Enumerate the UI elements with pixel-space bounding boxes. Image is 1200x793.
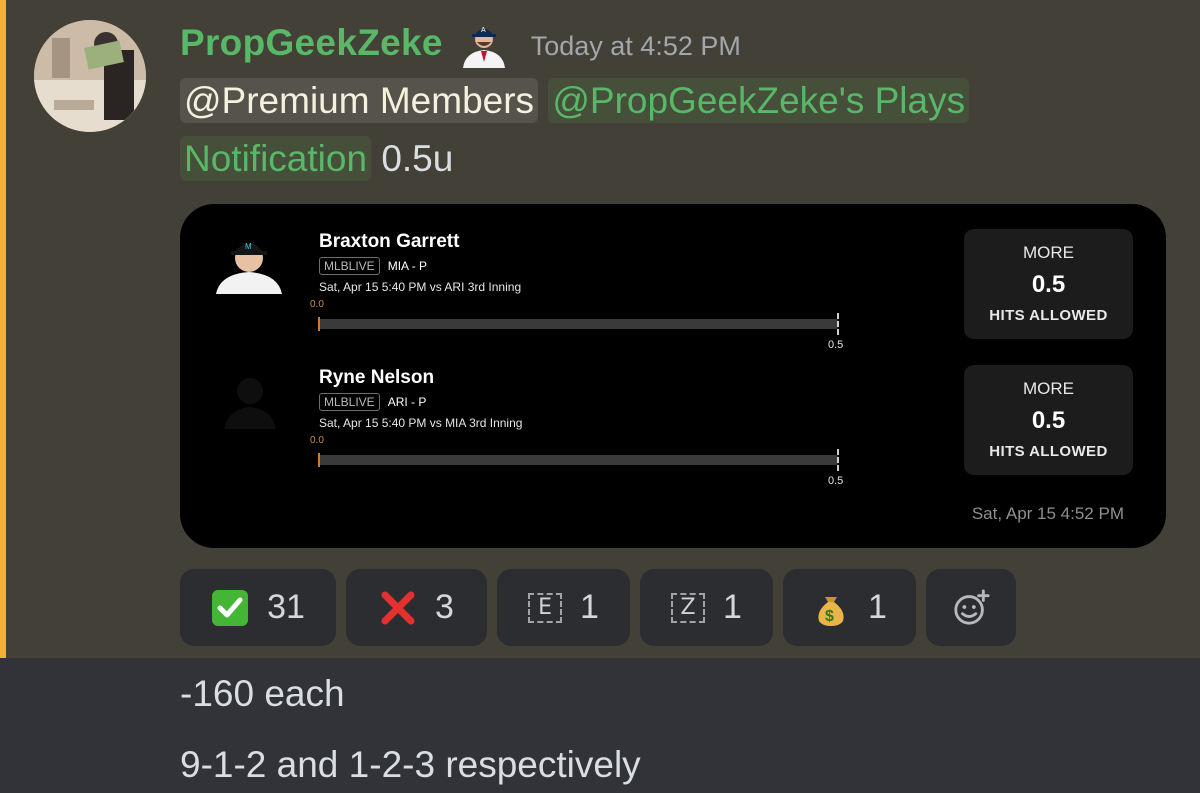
pick-box[interactable]: MORE 0.5 HITS ALLOWED <box>964 365 1133 475</box>
player-name: Braxton Garrett <box>319 231 460 252</box>
units-text: 0.5u <box>381 138 454 179</box>
pick-line-value: 0.5 <box>1031 407 1066 434</box>
progress-start-label: 0.0 <box>310 435 324 446</box>
message-header: PropGeekZeke A Today at 4:52 PM <box>180 18 741 68</box>
progress-start-label: 0.0 <box>310 299 324 310</box>
user-avatar[interactable] <box>34 20 146 132</box>
reaction-count: 1 <box>580 588 599 626</box>
username[interactable]: PropGeekZeke <box>180 22 443 64</box>
progress-end-label: 0.5 <box>828 339 844 351</box>
check-mark-icon <box>211 589 249 627</box>
game-info: Sat, Apr 15 5:40 PM vs MIA 3rd Inning <box>319 416 523 430</box>
reaction-count: 3 <box>435 588 454 626</box>
player-tag-row: MLBLIVE MIA - P <box>319 257 427 275</box>
player-role-icon: A <box>457 18 511 68</box>
mention-highlight-bar <box>0 0 6 658</box>
reaction-letter-e[interactable]: E 1 <box>497 569 630 646</box>
reaction-count: 31 <box>267 588 305 626</box>
add-reaction-button[interactable] <box>926 569 1016 646</box>
mention-plays-notification-cont[interactable]: Notification <box>180 136 372 181</box>
mention-plays-notification[interactable]: @PropGeekZeke's Plays <box>548 78 970 123</box>
svg-text:M: M <box>245 242 252 251</box>
message-highlighted: PropGeekZeke A Today at 4:52 PM @Premium… <box>0 0 1200 658</box>
team-position: ARI - P <box>387 395 427 409</box>
pick-line-value: 0.5 <box>1031 271 1066 298</box>
player-name: Ryne Nelson <box>319 367 435 388</box>
message-timestamp[interactable]: Today at 4:52 PM <box>531 31 741 62</box>
progress-target-marker <box>837 313 839 335</box>
progress-track <box>318 319 838 329</box>
league-tag: MLBLIVE <box>319 393 380 411</box>
svg-text:$: $ <box>825 608 834 625</box>
pick-direction: MORE <box>1023 379 1074 398</box>
letter-z-icon: Z <box>671 592 706 623</box>
league-tag: MLBLIVE <box>319 257 380 275</box>
player-headshot-braxton: M <box>214 232 284 294</box>
reaction-check[interactable]: 31 <box>180 569 336 646</box>
progress-indicator <box>318 453 320 467</box>
followup-message-2: 9-1-2 and 1-2-3 respectively <box>180 744 641 785</box>
reactions-bar: 31 3 E 1 Z 1 $ 1 <box>180 569 1016 646</box>
cross-mark-icon <box>379 589 417 627</box>
reaction-money-bag[interactable]: $ 1 <box>783 569 916 646</box>
pick-box[interactable]: MORE 0.5 HITS ALLOWED <box>964 229 1133 339</box>
prop-pick-card[interactable]: M Braxton Garrett MLBLIVE MIA - P Sat, A… <box>180 204 1166 548</box>
pick-direction: MORE <box>1023 243 1074 262</box>
progress-end-label: 0.5 <box>828 475 844 487</box>
add-emoji-icon <box>952 588 990 627</box>
progress-track <box>318 455 838 465</box>
reaction-cross[interactable]: 3 <box>346 569 487 646</box>
game-info: Sat, Apr 15 5:40 PM vs ARI 3rd Inning <box>319 280 522 294</box>
player-tag-row: MLBLIVE ARI - P <box>319 393 426 411</box>
player-headshot-placeholder <box>220 369 280 429</box>
pick-stat-type: HITS ALLOWED <box>989 307 1108 324</box>
reaction-count: 1 <box>868 588 887 626</box>
letter-e-icon: E <box>528 592 563 623</box>
team-position: MIA - P <box>387 259 428 273</box>
mention-premium-members[interactable]: @Premium Members <box>180 78 539 123</box>
reaction-letter-z[interactable]: Z 1 <box>640 569 773 646</box>
svg-text:A: A <box>481 27 486 34</box>
reaction-count: 1 <box>723 588 742 626</box>
card-timestamp: Sat, Apr 15 4:52 PM <box>971 504 1124 523</box>
money-bag-icon: $ <box>812 589 850 627</box>
message-content: @Premium Members @PropGeekZeke's Plays N… <box>180 72 1140 188</box>
pick-stat-type: HITS ALLOWED <box>989 443 1108 460</box>
followup-message-1: -160 each <box>180 673 345 714</box>
progress-target-marker <box>837 449 839 471</box>
progress-indicator <box>318 317 320 331</box>
